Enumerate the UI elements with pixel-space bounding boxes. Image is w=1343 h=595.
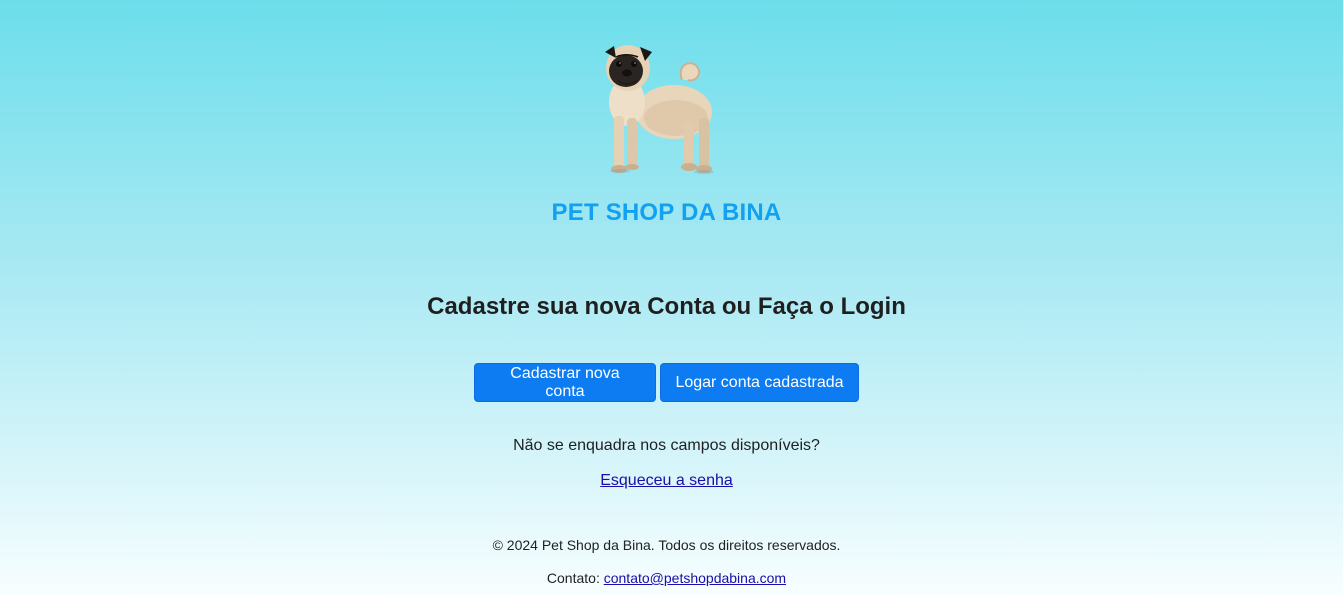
contact-email-link[interactable]: contato@petshopdabina.com [604,570,786,586]
forgot-password-link[interactable]: Esqueceu a senha [600,472,733,489]
footer-copyright: © 2024 Pet Shop da Bina. Todos os direit… [492,537,841,553]
forgot-password-row: Esqueceu a senha [0,472,1333,490]
pug-logo-image [596,40,720,176]
help-question: Não se enquadra nos campos disponíveis? [513,437,820,454]
footer-contact: Contato: contato@petshopdabina.com [0,570,1333,586]
contact-label: Contato: [546,570,600,586]
login-account-button[interactable]: Logar conta cadastrada [660,363,859,402]
auth-buttons: Cadastrar nova conta Logar conta cadastr… [474,363,859,402]
login-page: PET SHOP DA BINA Cadastre sua nova Conta… [0,0,1343,595]
brand-title: PET SHOP DA BINA [551,199,782,226]
page-heading: Cadastre sua nova Conta ou Faça o Login [427,293,906,320]
register-account-button[interactable]: Cadastrar nova conta [474,363,656,402]
